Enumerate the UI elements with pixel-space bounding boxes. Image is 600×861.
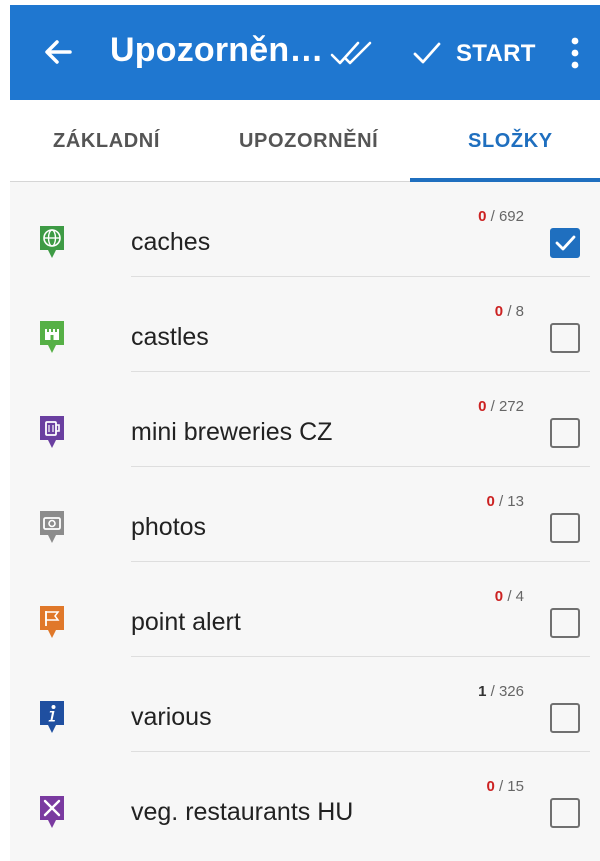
info-icon [40,701,64,733]
folder-name: point alert [131,608,241,636]
folder-name: veg. restaurants HU [131,798,354,826]
tab-slozky[interactable]: SLOŽKY [468,130,553,153]
folder-count: 0 / 4 [494,588,524,605]
list-item[interactable]: photos 0 / 13 [10,467,600,562]
folder-checkbox[interactable] [550,323,580,353]
app-bar: Upozorněn… START [10,5,600,100]
folder-name: photos [131,513,207,541]
start-button[interactable]: START [456,40,536,68]
folder-name: mini breweries CZ [131,418,333,446]
list-item[interactable]: various 1 / 326 [10,657,600,752]
folder-name: various [131,703,212,731]
globe-icon [40,226,64,258]
tab-bar: ZÁKLADNÍ UPOZORNĚNÍ SLOŽKY [10,100,600,182]
list-item[interactable]: mini breweries CZ 0 / 272 [10,372,600,467]
list-item[interactable]: caches 0 / 692 [10,182,600,277]
page-title: Upozorněn… [110,31,324,69]
folder-count: 1 / 326 [478,683,524,700]
folder-checkbox[interactable] [550,703,580,733]
flag-icon [40,606,64,638]
tab-upozorneni[interactable]: UPOZORNĚNÍ [239,130,378,153]
more-vert-icon[interactable] [568,35,582,71]
list-item[interactable]: castles 0 / 8 [10,277,600,372]
tab-zakladni[interactable]: ZÁKLADNÍ [53,130,160,153]
folder-count: 0 / 15 [486,778,524,795]
list-item[interactable]: point alert 0 / 4 [10,562,600,657]
folder-checkbox[interactable] [550,608,580,638]
camera-icon [40,511,64,543]
list-item[interactable]: veg. restaurants HU 0 / 15 [10,752,600,847]
cutlery-icon [40,796,64,828]
folder-checkbox[interactable] [550,513,580,543]
castle-icon [40,321,64,353]
folder-count: 0 / 8 [494,303,524,320]
checkmark-icon [555,235,576,251]
folder-count: 0 / 272 [478,398,524,415]
beer-icon [40,416,64,448]
folder-name: caches [131,228,211,256]
folder-checkbox[interactable] [550,798,580,828]
folder-count: 0 / 13 [486,493,524,510]
double-check-icon[interactable] [330,37,374,69]
folder-name: castles [131,323,209,351]
folder-checkbox[interactable] [550,228,580,258]
folder-checkbox[interactable] [550,418,580,448]
folder-count: 0 / 692 [478,208,524,225]
back-arrow-icon[interactable] [40,34,76,70]
check-icon[interactable] [412,39,442,67]
folder-list: caches 0 / 692 castles 0 / 8 mini brewer… [10,182,600,861]
